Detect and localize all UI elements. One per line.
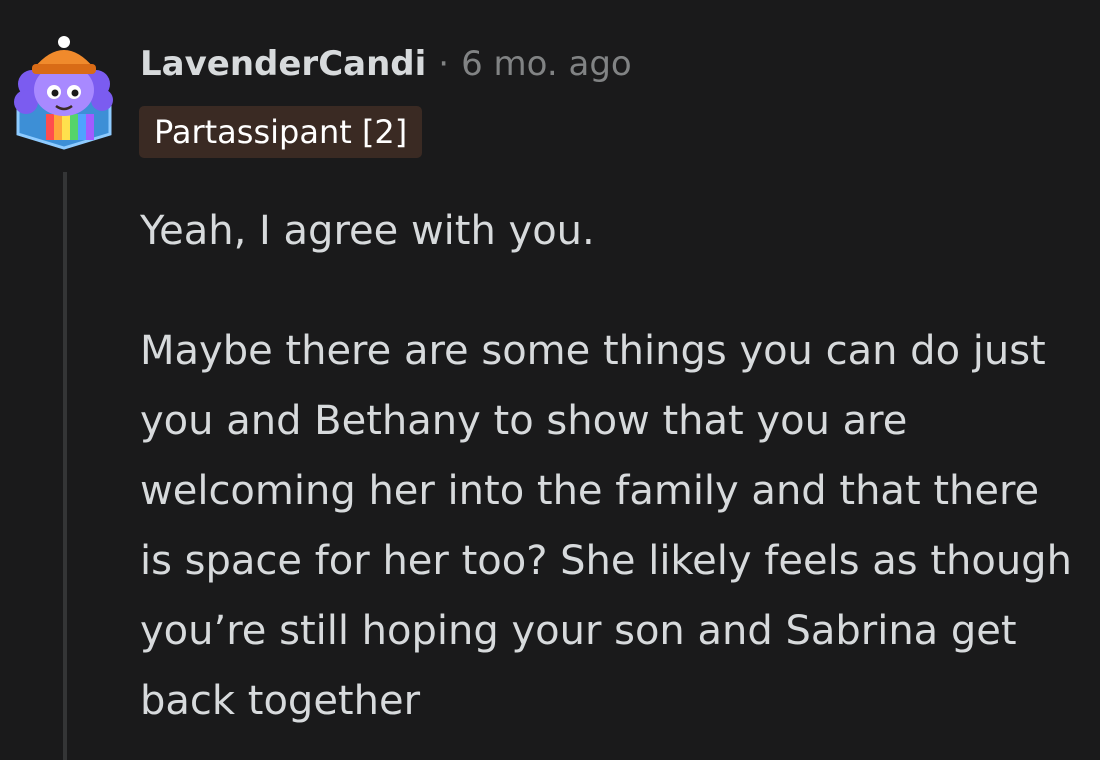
timestamp[interactable]: 6 mo. ago [461,44,632,84]
user-avatar[interactable] [10,28,118,150]
thread-line[interactable] [63,172,67,760]
snoo-avatar-icon [14,36,113,150]
user-flair: Partassipant [2] [139,106,423,158]
username-link[interactable]: LavenderCandi [140,44,426,84]
comment-meta: LavenderCandi · 6 mo. ago [140,44,632,84]
comment-paragraph: Yeah, I agree with you. [140,208,595,254]
meta-separator: · [438,44,450,84]
comment: LavenderCandi · 6 mo. ago Partassipant [… [0,0,1100,760]
comment-paragraph: Maybe there are some things you can do j… [140,328,1072,724]
comment-body: Yeah, I agree with you. Maybe there are … [140,196,1080,760]
